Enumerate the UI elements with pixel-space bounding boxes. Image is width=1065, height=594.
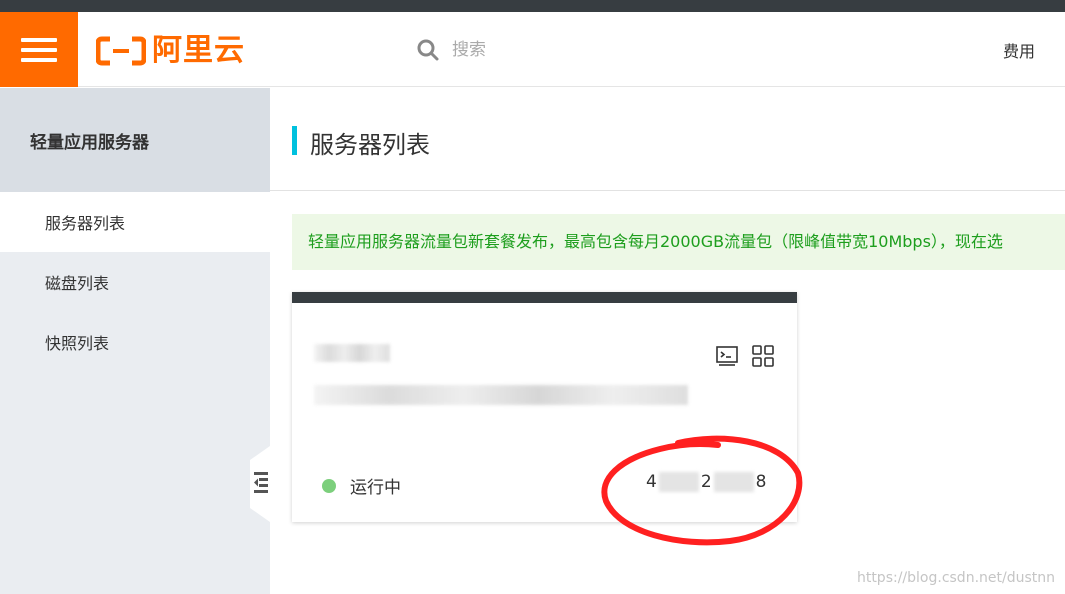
server-status: 运行中: [322, 473, 401, 498]
server-card[interactable]: 运行中 4 2 8: [292, 292, 797, 522]
title-accent-bar: [292, 126, 297, 155]
search-input[interactable]: [452, 40, 652, 60]
search-icon[interactable]: [416, 38, 440, 62]
terminal-icon[interactable]: [715, 344, 739, 368]
billing-link[interactable]: 费用: [1003, 38, 1035, 62]
sidebar-item-snapshot-list[interactable]: 快照列表: [0, 312, 270, 372]
hamburger-menu-button[interactable]: [0, 12, 78, 87]
csdn-watermark: https://blog.csdn.net/dustnn: [856, 570, 1055, 586]
sidebar-item-disk-list[interactable]: 磁盘列表: [0, 252, 270, 312]
ip-part-mid: 2: [700, 472, 712, 492]
grid-apps-icon[interactable]: [751, 344, 775, 368]
aliyun-logo[interactable]: 阿里云: [96, 34, 245, 68]
ip-part-start: 4: [646, 472, 657, 492]
promo-notice[interactable]: 轻量应用服务器流量包新套餐发布，最高包含每月2000GB流量包（限峰值带宽10M…: [292, 214, 1065, 270]
server-ip-address[interactable]: 4 2 8: [646, 472, 766, 492]
sidebar-item-server-list[interactable]: 服务器列表: [0, 192, 270, 252]
server-description-redacted: [314, 385, 688, 405]
aliyun-logo-icon: [96, 36, 146, 66]
card-top-bar: [292, 292, 797, 303]
ip-part-end: 8: [755, 472, 767, 492]
ip-redacted-2: [713, 472, 754, 492]
status-text: 运行中: [350, 478, 401, 498]
top-header: 阿里云 费用: [0, 12, 1065, 87]
card-actions: [715, 344, 775, 368]
logo-text: 阿里云: [152, 33, 245, 68]
sidebar-collapse-handle[interactable]: [250, 446, 270, 522]
main-content: 服务器列表 轻量应用服务器流量包新套餐发布，最高包含每月2000GB流量包（限峰…: [270, 88, 1065, 594]
page-title-bar: 服务器列表: [270, 88, 1065, 191]
hamburger-icon: [21, 37, 57, 62]
search-bar: [416, 34, 652, 66]
ip-redacted-1: [658, 472, 699, 492]
window-top-strip: [0, 0, 1065, 12]
sidebar: 轻量应用服务器 服务器列表 磁盘列表 快照列表: [0, 88, 270, 594]
server-name-redacted: [314, 344, 390, 362]
status-running-dot: [322, 478, 336, 493]
page-title: 服务器列表: [310, 131, 430, 159]
sidebar-title: 轻量应用服务器: [0, 88, 270, 192]
